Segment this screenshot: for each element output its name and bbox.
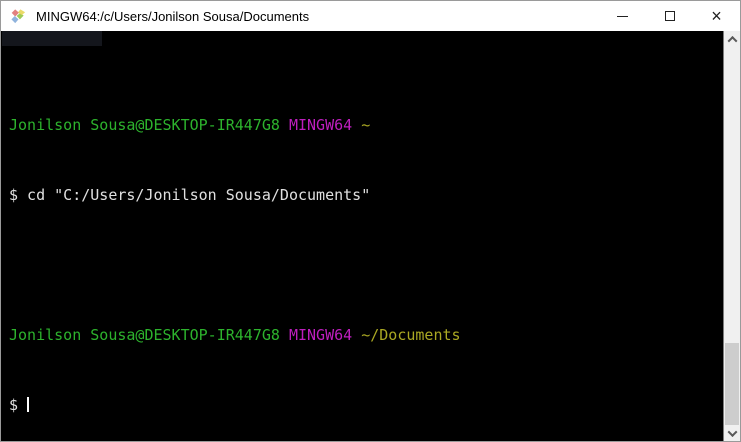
chevron-down-icon bbox=[727, 426, 737, 437]
vertical-scrollbar[interactable] bbox=[723, 31, 740, 441]
git-bash-window: MINGW64:/c/Users/Jonilson Sousa/Document… bbox=[0, 0, 741, 442]
prompt-user-host: Jonilson Sousa@DESKTOP-IR447G8 bbox=[9, 326, 280, 344]
prompt-env: MINGW64 bbox=[288, 326, 353, 344]
git-bash-app-icon[interactable] bbox=[10, 8, 27, 25]
window-title: MINGW64:/c/Users/Jonilson Sousa/Document… bbox=[36, 8, 310, 24]
text-cursor bbox=[27, 397, 30, 412]
prompt-env: MINGW64 bbox=[288, 116, 353, 134]
minimize-button[interactable] bbox=[599, 1, 646, 31]
scroll-up-button[interactable] bbox=[724, 31, 740, 47]
prompt-path: ~/Documents bbox=[361, 326, 461, 344]
command-line: $ cd "C:/Users/Jonilson Sousa/Documents" bbox=[9, 186, 371, 204]
minimize-icon bbox=[617, 15, 628, 17]
prompt-symbol: $ bbox=[9, 396, 19, 414]
input-line: $ bbox=[9, 396, 723, 415]
chevron-up-icon bbox=[727, 35, 737, 46]
window-body: Jonilson Sousa@DESKTOP-IR447G8 MINGW64 ~… bbox=[1, 31, 740, 441]
caption-controls: × bbox=[599, 1, 740, 31]
close-icon: × bbox=[711, 6, 722, 26]
maximize-button[interactable] bbox=[646, 1, 693, 31]
prompt-line: Jonilson Sousa@DESKTOP-IR447G8 MINGW64 ~… bbox=[9, 326, 723, 345]
close-button[interactable]: × bbox=[693, 1, 740, 31]
prompt-path: ~ bbox=[361, 116, 371, 134]
maximize-icon bbox=[664, 11, 675, 21]
screen-artifact bbox=[2, 31, 102, 46]
scroll-down-button[interactable] bbox=[724, 425, 740, 441]
terminal-screen[interactable]: Jonilson Sousa@DESKTOP-IR447G8 MINGW64 ~… bbox=[1, 31, 723, 441]
scrollbar-thumb[interactable] bbox=[725, 343, 739, 425]
prompt-line: Jonilson Sousa@DESKTOP-IR447G8 MINGW64 ~ bbox=[9, 116, 723, 135]
titlebar[interactable]: MINGW64:/c/Users/Jonilson Sousa/Document… bbox=[1, 1, 740, 31]
prompt-user-host: Jonilson Sousa@DESKTOP-IR447G8 bbox=[9, 116, 280, 134]
